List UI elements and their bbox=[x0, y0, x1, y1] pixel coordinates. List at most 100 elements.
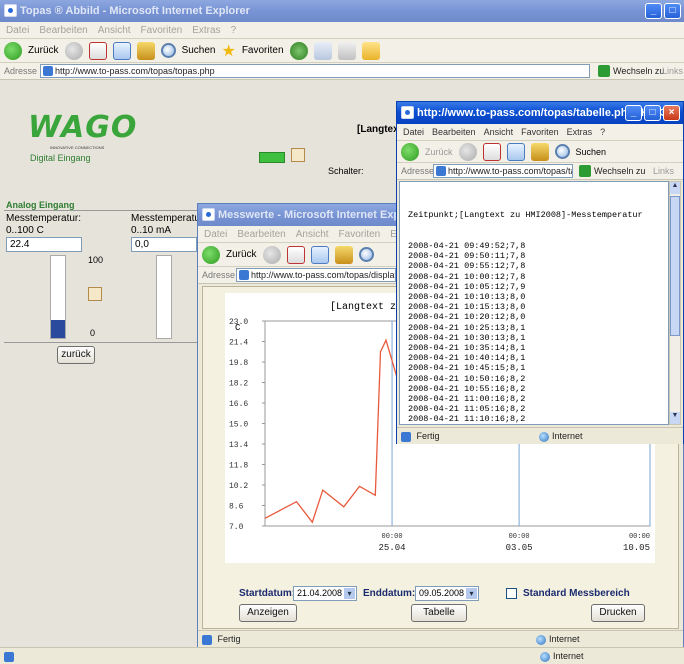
chart-stop-icon[interactable] bbox=[286, 245, 305, 264]
sensor2-value-field[interactable]: 0,0 bbox=[131, 237, 197, 252]
y-tick-label: 19.8 bbox=[229, 359, 248, 368]
table-search-label[interactable]: Suchen bbox=[576, 147, 607, 157]
scroll-thumb[interactable] bbox=[670, 196, 680, 336]
chart-search-icon[interactable] bbox=[358, 247, 374, 262]
table-minimize-icon[interactable]: _ bbox=[625, 105, 642, 121]
table-close-icon[interactable]: × bbox=[663, 105, 680, 121]
chart-back-icon[interactable] bbox=[202, 245, 220, 264]
favorites-label[interactable]: Favoriten bbox=[242, 45, 284, 56]
chart-menu-datei[interactable]: Datei bbox=[204, 229, 227, 240]
menu-extras[interactable]: Extras bbox=[192, 25, 220, 36]
address-input[interactable]: http://www.to-pass.com/topas/topas.php bbox=[40, 64, 590, 78]
chart-ie-icon bbox=[202, 208, 215, 221]
chart-address-label: Adresse bbox=[202, 270, 236, 280]
digital-input-label: Digital Eingang bbox=[30, 153, 91, 163]
sensor1-max: 100 bbox=[88, 255, 104, 265]
table-row: 2008-04-21 10:45:15;8,1 bbox=[408, 363, 526, 374]
table-scrollbar[interactable]: ▲ ▼ bbox=[669, 181, 681, 425]
start-date-select[interactable]: 21.04.2008 ▾ bbox=[293, 586, 357, 601]
main-status-bar: Internet bbox=[0, 647, 684, 664]
menu-datei[interactable]: Datei bbox=[6, 25, 29, 36]
ie-icon bbox=[4, 4, 17, 17]
y-tick-label: 10.2 bbox=[229, 482, 248, 491]
maximize-icon[interactable]: □ bbox=[664, 3, 681, 19]
main-address-bar: Adresse http://www.to-pass.com/topas/top… bbox=[0, 63, 684, 80]
table-menu-bearbeiten[interactable]: Bearbeiten bbox=[432, 127, 476, 137]
search-icon[interactable] bbox=[160, 43, 176, 58]
chart-back-label[interactable]: Zurück bbox=[226, 249, 257, 260]
table-home-icon[interactable] bbox=[530, 142, 549, 161]
chart-status-text: Fertig bbox=[217, 634, 241, 644]
sensor1-chart-icon[interactable] bbox=[88, 287, 102, 301]
table-button[interactable]: Tabelle bbox=[411, 604, 467, 622]
analog-input-label: Analog Eingang bbox=[6, 200, 75, 210]
end-date-select[interactable]: 09.05.2008 ▾ bbox=[415, 586, 479, 601]
refresh-icon[interactable] bbox=[112, 41, 131, 60]
table-title-bar[interactable]: http://www.to-pass.com/topas/tabelle.php… bbox=[397, 102, 683, 124]
analog-divider bbox=[4, 210, 200, 211]
table-row: 2008-04-21 10:10:13;8,0 bbox=[408, 292, 526, 303]
table-row: 2008-04-21 11:05:16;8,2 bbox=[408, 404, 526, 415]
sensor2-label: Messtemperatur bbox=[131, 213, 204, 224]
y-tick-label: 18.2 bbox=[229, 380, 248, 389]
start-date-dropdown-icon[interactable]: ▾ bbox=[344, 588, 355, 599]
chart-menu-ansicht[interactable]: Ansicht bbox=[296, 229, 329, 240]
table-row: 2008-04-21 09:55:12;7,8 bbox=[408, 261, 526, 272]
table-back-icon[interactable] bbox=[401, 142, 419, 161]
table-menu-ansicht[interactable]: Ansicht bbox=[484, 127, 514, 137]
table-menu-datei[interactable]: Datei bbox=[403, 127, 424, 137]
scroll-up-icon[interactable]: ▲ bbox=[670, 182, 680, 194]
table-maximize-icon[interactable]: □ bbox=[644, 105, 661, 121]
table-links-label[interactable]: Links bbox=[653, 166, 674, 176]
favorites-icon[interactable]: ★ bbox=[221, 41, 235, 61]
menu-help[interactable]: ? bbox=[231, 25, 237, 36]
chart-address-input[interactable]: http://www.to-pass.com/topas/display.php bbox=[236, 268, 396, 282]
forward-icon[interactable] bbox=[64, 41, 83, 60]
home-icon[interactable] bbox=[136, 41, 155, 60]
table-menu-help[interactable]: ? bbox=[600, 127, 605, 137]
table-address-input[interactable]: http://www.to-pass.com/topas/tabe bbox=[433, 164, 573, 178]
back-label[interactable]: Zurück bbox=[28, 45, 59, 56]
menu-ansicht[interactable]: Ansicht bbox=[98, 25, 131, 36]
sensor1-value-field[interactable]: 22.4 bbox=[6, 237, 82, 252]
table-forward-icon[interactable] bbox=[458, 142, 477, 161]
standard-range-checkbox[interactable] bbox=[506, 588, 517, 599]
main-menubar: Datei Bearbeiten Ansicht Favoriten Extra… bbox=[0, 22, 684, 39]
chart-menu-bearbeiten[interactable]: Bearbeiten bbox=[237, 229, 285, 240]
end-date-dropdown-icon[interactable]: ▾ bbox=[466, 588, 477, 599]
chart-title: Messwerte - Microsoft Internet Explorer bbox=[218, 209, 425, 221]
show-button[interactable]: Anzeigen bbox=[239, 604, 297, 622]
table-refresh-icon[interactable] bbox=[506, 142, 525, 161]
wago-logo-sub: INNOVATIVE CONNECTIONS bbox=[50, 145, 105, 150]
zurueck-button[interactable]: zurück bbox=[57, 346, 95, 364]
table-menu-extras[interactable]: Extras bbox=[567, 127, 593, 137]
main-title-bar[interactable]: Topas ® Abbild - Microsoft Internet Expl… bbox=[0, 0, 684, 22]
back-icon[interactable] bbox=[4, 41, 22, 60]
chart-menu-favoriten[interactable]: Favoriten bbox=[339, 229, 381, 240]
menu-bearbeiten[interactable]: Bearbeiten bbox=[39, 25, 87, 36]
switch-icon[interactable] bbox=[291, 148, 305, 162]
table-row: 2008-04-21 10:35:14;8,1 bbox=[408, 343, 526, 354]
mail-icon[interactable] bbox=[313, 41, 332, 60]
print-icon[interactable] bbox=[337, 41, 356, 60]
chart-home-icon[interactable] bbox=[334, 245, 353, 264]
chart-forward-icon[interactable] bbox=[262, 245, 281, 264]
chart-refresh-icon[interactable] bbox=[310, 245, 329, 264]
scroll-down-icon[interactable]: ▼ bbox=[670, 412, 680, 424]
stop-icon[interactable] bbox=[88, 41, 107, 60]
table-stop-icon[interactable] bbox=[482, 142, 501, 161]
links-label[interactable]: Links bbox=[662, 66, 683, 76]
table-back-label[interactable]: Zurück bbox=[425, 147, 453, 157]
folder-icon[interactable] bbox=[361, 41, 380, 60]
table-search-icon[interactable] bbox=[554, 144, 570, 159]
table-ie-icon bbox=[401, 106, 414, 119]
menu-favoriten[interactable]: Favoriten bbox=[141, 25, 183, 36]
table-menu-favoriten[interactable]: Favoriten bbox=[521, 127, 559, 137]
table-go-button[interactable]: Wechseln zu bbox=[579, 164, 645, 178]
search-label[interactable]: Suchen bbox=[182, 45, 216, 56]
media-icon[interactable] bbox=[289, 41, 308, 60]
sensor1-range: 0..100 C bbox=[6, 225, 44, 236]
print-button[interactable]: Drucken bbox=[591, 604, 645, 622]
go-button[interactable]: Wechseln zu bbox=[598, 64, 664, 78]
minimize-icon[interactable]: _ bbox=[645, 3, 662, 19]
